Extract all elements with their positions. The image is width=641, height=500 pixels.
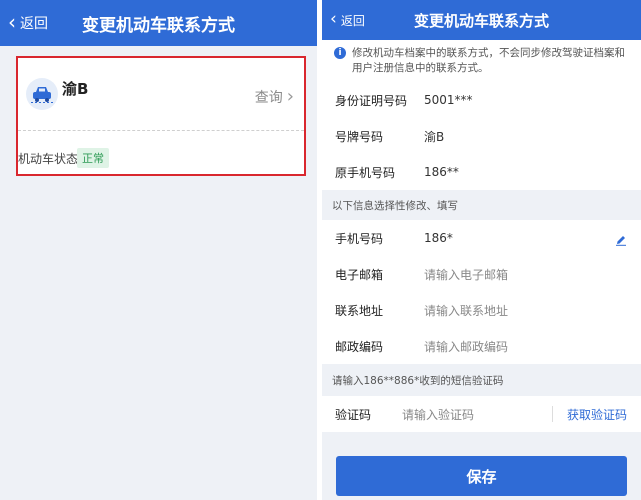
vehicle-status-label: 机动车状态 <box>18 152 79 166</box>
page-title: 变更机动车联系方式 <box>82 15 235 36</box>
card-divider <box>18 130 304 131</box>
address-label: 联系地址 <box>335 303 384 318</box>
save-button[interactable]: 保存 <box>336 456 627 496</box>
notice-banner: i 修改机动车档案中的联系方式，不会同步修改驾驶证档案和用户注册信息中的联系方式… <box>322 40 641 82</box>
phone-row[interactable]: 手机号码 186* <box>322 220 641 256</box>
verification-code-label: 验证码 <box>335 407 372 422</box>
plate-number-value: 渝B <box>424 129 445 144</box>
query-link[interactable]: 查询 › <box>255 86 294 107</box>
verification-code-row[interactable]: 验证码 请输入验证码 获取验证码 <box>322 396 641 432</box>
verification-code-field[interactable]: 请输入验证码 <box>402 406 552 423</box>
chevron-right-icon: › <box>286 86 294 107</box>
left-screen: ‹ 返回 变更机动车联系方式 渝B 查询 › 机动车状态 正常 <box>0 0 317 500</box>
info-icon: i <box>334 47 346 59</box>
plate-number: 渝B <box>62 80 89 98</box>
original-phone-row: 原手机号码 186** <box>322 154 641 190</box>
plate-number-row: 号牌号码 渝B <box>322 118 641 154</box>
email-row[interactable]: 电子邮箱 请输入电子邮箱 <box>322 256 641 292</box>
right-screen: ‹ 返回 变更机动车联系方式 i 修改机动车档案中的联系方式，不会同步修改驾驶证… <box>322 0 641 500</box>
phone-label: 手机号码 <box>335 231 384 246</box>
postcode-row[interactable]: 邮政编码 请输入邮政编码 <box>322 328 641 364</box>
id-number-label: 身份证明号码 <box>335 93 408 108</box>
original-phone-label: 原手机号码 <box>335 165 396 180</box>
plate-number-label: 号牌号码 <box>335 129 384 144</box>
email-field[interactable]: 请输入电子邮箱 <box>424 266 508 283</box>
nav-bar: ‹ 返回 变更机动车联系方式 <box>0 0 317 46</box>
notice-text: 修改机动车档案中的联系方式，不会同步修改驾驶证档案和用户注册信息中的联系方式。 <box>352 47 625 74</box>
postcode-field[interactable]: 请输入邮政编码 <box>424 338 508 355</box>
postcode-label: 邮政编码 <box>335 339 384 354</box>
address-field[interactable]: 请输入联系地址 <box>424 302 508 319</box>
sms-hint: 请输入186**886*收到的短信验证码 <box>332 374 504 387</box>
id-number-row: 身份证明号码 5001*** <box>322 82 641 118</box>
page-title: 变更机动车联系方式 <box>413 11 549 30</box>
car-icon <box>26 78 58 110</box>
address-row[interactable]: 联系地址 请输入联系地址 <box>322 292 641 328</box>
query-label: 查询 <box>254 89 283 106</box>
status-badge: 正常 <box>77 148 109 168</box>
nav-bar: ‹ 返回 变更机动车联系方式 <box>322 0 641 40</box>
divider <box>551 406 553 422</box>
id-number-value: 5001*** <box>424 93 473 107</box>
get-code-button[interactable]: 获取验证码 <box>567 406 627 423</box>
email-label: 电子邮箱 <box>335 267 384 282</box>
vehicle-card[interactable]: 渝B 查询 › 机动车状态 正常 <box>16 56 306 176</box>
original-phone-value: 186** <box>424 165 459 179</box>
section-title: 以下信息选择性修改、填写 <box>332 199 458 212</box>
phone-field[interactable]: 186* <box>424 231 453 245</box>
edit-pencil-icon[interactable] <box>615 231 627 250</box>
